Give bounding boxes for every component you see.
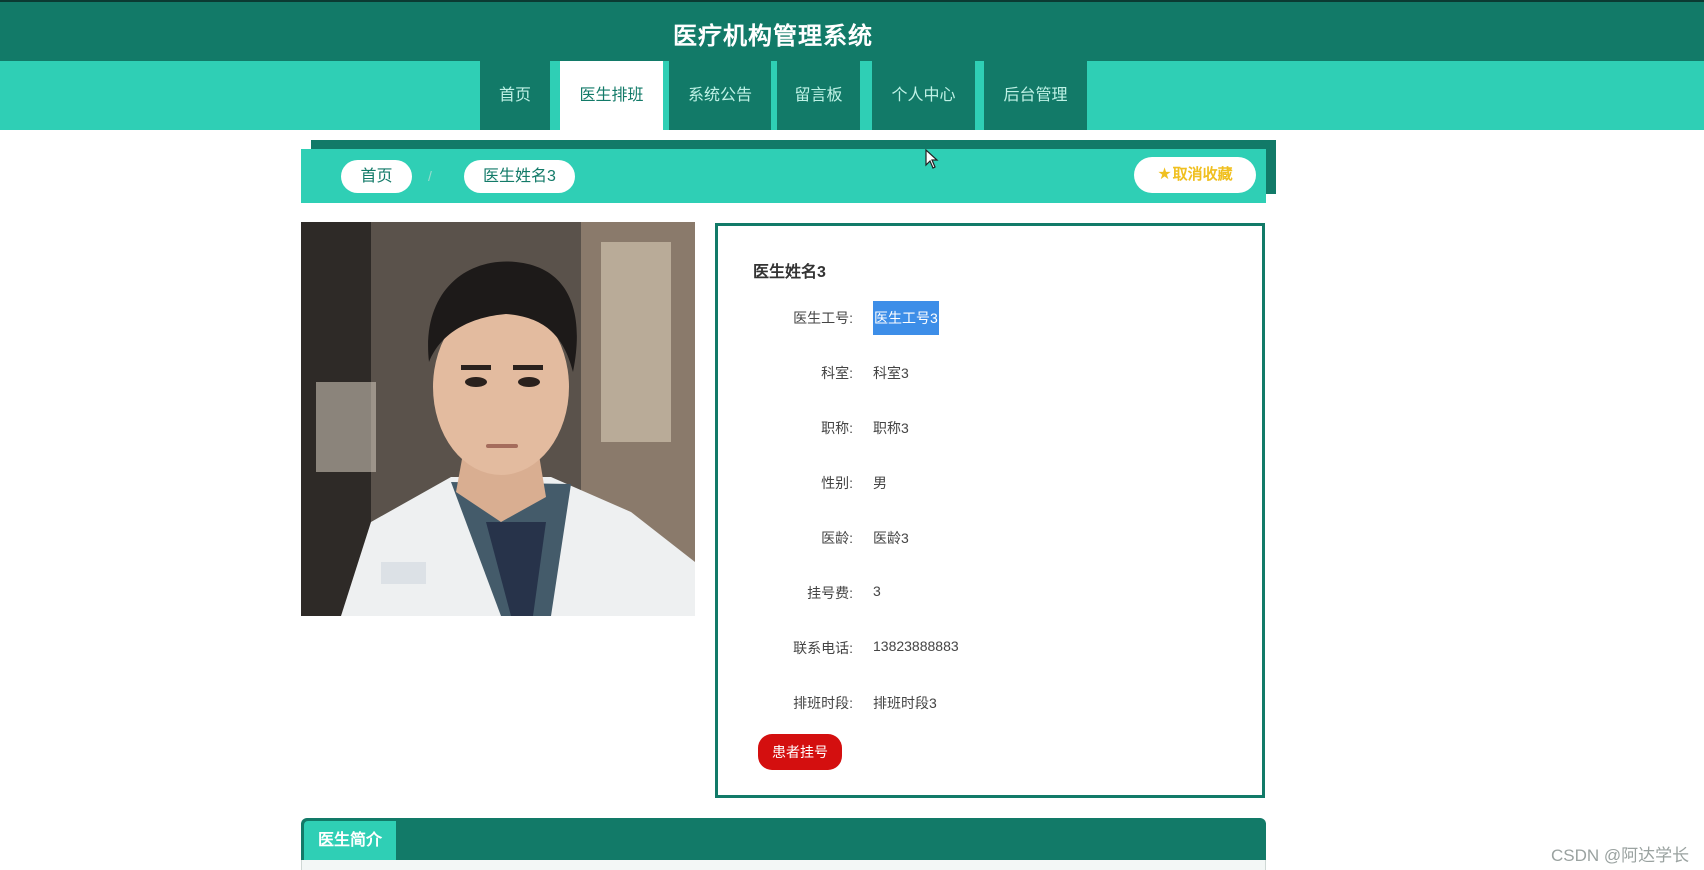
field-value-title: 职称3 (873, 420, 909, 436)
field-label-phone: 联系电话: (793, 640, 853, 656)
field-label-schedule: 排班时段: (793, 695, 853, 711)
field-label-gender: 性别: (821, 475, 853, 491)
doctor-photo (301, 222, 695, 616)
nav-item-doctor-schedule[interactable]: 医生排班 (560, 61, 663, 130)
nav-item-admin[interactable]: 后台管理 (984, 61, 1087, 130)
field-value-gender: 男 (873, 475, 887, 491)
field-label-department: 科室: (821, 365, 853, 381)
field-label-fee: 挂号费: (807, 585, 853, 601)
nav-item-message-board[interactable]: 留言板 (777, 61, 860, 130)
field-value-schedule: 排班时段3 (873, 695, 937, 711)
watermark: CSDN @阿达学长 (1551, 846, 1690, 865)
site-title: 医疗机构管理系统 (673, 23, 873, 50)
doctor-name-heading: 医生姓名3 (753, 264, 826, 281)
field-value-doctor-id: 医生工号3 (873, 301, 939, 335)
intro-tab-bar: 医生简介 (301, 818, 1266, 860)
breadcrumb-current[interactable]: 医生姓名3 (464, 160, 575, 193)
field-label-doctor-id: 医生工号: (793, 310, 853, 326)
nav-item-announcements[interactable]: 系统公告 (669, 61, 771, 130)
nav-item-home[interactable]: 首页 (480, 61, 550, 130)
unfavorite-button[interactable]: ★取消收藏 (1134, 157, 1256, 193)
nav-item-personal-center[interactable]: 个人中心 (872, 61, 975, 130)
register-button[interactable]: 患者挂号 (758, 734, 842, 770)
intro-content (301, 860, 1266, 870)
field-value-phone: 13823888883 (873, 638, 959, 654)
field-value-experience: 医龄3 (873, 530, 909, 546)
breadcrumb-separator: / (428, 168, 432, 184)
tab-doctor-intro[interactable]: 医生简介 (304, 821, 396, 860)
main-nav: 首页 医生排班 系统公告 留言板 个人中心 后台管理 (0, 61, 1704, 130)
mouse-cursor-icon (925, 149, 939, 169)
breadcrumb-home[interactable]: 首页 (341, 160, 412, 193)
field-label-title: 职称: (821, 420, 853, 436)
breadcrumb: 首页 / 医生姓名3 ★取消收藏 (301, 149, 1266, 203)
field-value-fee: 3 (873, 583, 881, 599)
unfavorite-label: 取消收藏 (1172, 166, 1233, 183)
star-icon: ★ (1157, 166, 1172, 183)
field-value-department: 科室3 (873, 365, 909, 381)
site-header: 医疗机构管理系统 (0, 0, 1704, 61)
field-label-experience: 医龄: (821, 530, 853, 546)
doctor-info-panel: 医生姓名3 医生工号: 医生工号3 科室: 科室3 职称: 职称3 性别: 男 … (715, 223, 1265, 798)
